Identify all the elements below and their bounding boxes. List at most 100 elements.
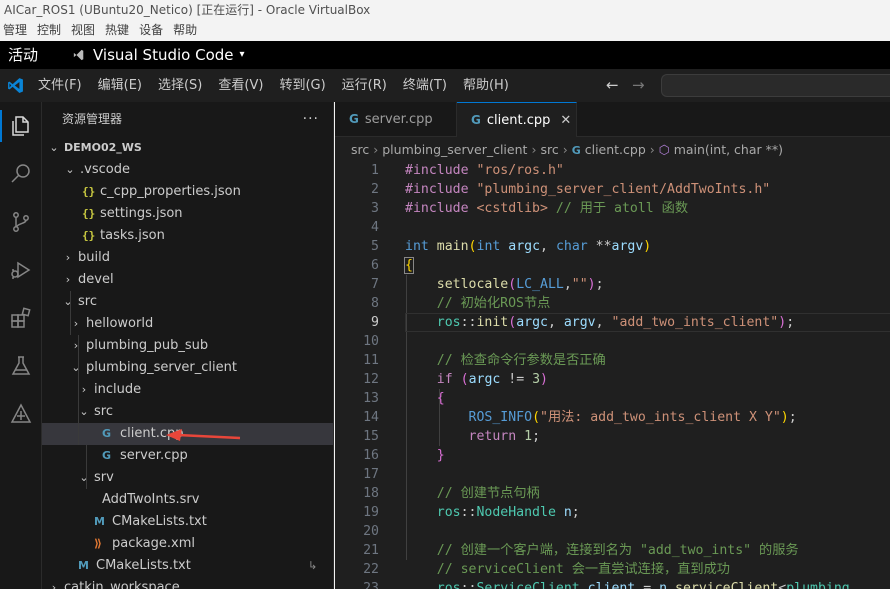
breadcrumb-item[interactable]: src <box>540 142 558 157</box>
tree-item[interactable]: AddTwoInts.srv <box>42 489 333 511</box>
tree-item-label: src <box>94 404 113 419</box>
code-line: 10 <box>363 334 379 349</box>
chevron-down-icon: ⌄ <box>49 141 59 154</box>
code-line: 1 #include "ros/ros.h" <box>371 163 564 178</box>
tree-item-label: helloworld <box>86 316 154 331</box>
tree-item-label: c_cpp_properties.json <box>100 184 241 199</box>
code-line: 15 return 1; <box>363 429 541 444</box>
tab-label: server.cpp <box>364 112 433 127</box>
tree-item[interactable]: M CMakeLists.txt ↳ <box>42 555 333 577</box>
menu-view[interactable]: 查看(V) <box>210 69 271 102</box>
tree-item[interactable]: ⟫ package.xml <box>42 533 333 555</box>
tree-item-label: CMakeLists.txt <box>112 514 207 529</box>
explorer-icon[interactable] <box>5 110 37 142</box>
ubuntu-top-panel: 活动 Visual Studio Code ▾ <box>0 41 890 69</box>
code-line: 22 // serviceClient 会一直尝试连接，直到成功 <box>363 562 730 577</box>
vbox-menu-devices[interactable]: 设备 <box>135 20 167 41</box>
run-debug-icon[interactable] <box>5 254 37 286</box>
vbox-menubar: 管理 控制 视图 热键 设备 帮助 <box>0 20 890 41</box>
code-line: 2 #include "plumbing_server_client/AddTwo… <box>371 182 771 197</box>
code-line: 8 // 初始化ROS节点 <box>371 296 551 311</box>
code-line: 5 int main(int argc, char **argv) <box>371 239 652 254</box>
tree-item[interactable]: {} c_cpp_properties.json <box>42 181 333 203</box>
tree-item[interactable]: Gclient.cpp <box>42 423 333 445</box>
tree-item-label: build <box>78 250 110 265</box>
tree-item[interactable]: {} tasks.json <box>42 225 333 247</box>
tree-item[interactable]: › helloworld <box>42 313 333 335</box>
menu-run[interactable]: 运行(R) <box>334 69 395 102</box>
chevron-down-icon: ⌄ <box>63 295 73 308</box>
vbox-menu-manage[interactable]: 管理 <box>0 20 31 41</box>
tree-item-label: .vscode <box>80 162 130 177</box>
tree-item[interactable]: › catkin_workspace <box>42 577 333 589</box>
menu-terminal[interactable]: 终端(T) <box>395 69 455 102</box>
tree-item[interactable]: › build <box>42 247 333 269</box>
app-menu[interactable]: Visual Studio Code ▾ <box>73 41 245 69</box>
menu-go[interactable]: 转到(G) <box>271 69 333 102</box>
extensions-icon[interactable] <box>5 302 37 334</box>
search-icon[interactable] <box>5 158 37 190</box>
menu-selection[interactable]: 选择(S) <box>150 69 210 102</box>
tree-item[interactable]: {} settings.json <box>42 203 333 225</box>
vbox-menu-view[interactable]: 视图 <box>67 20 99 41</box>
tree-item-label: devel <box>78 272 114 287</box>
code-line: 18 // 创建节点句柄 <box>363 486 540 501</box>
breadcrumb-separator-icon: › <box>373 142 379 157</box>
ros-extension-icon[interactable] <box>5 398 37 430</box>
forward-arrow-icon[interactable]: → <box>632 69 645 102</box>
tree-item[interactable]: ⌄ src <box>42 291 333 313</box>
breadcrumb-file[interactable]: client.cpp <box>585 142 646 157</box>
tree-item-label: server.cpp <box>120 448 188 463</box>
cpp-file-icon: G <box>349 112 359 126</box>
tree-item[interactable]: M CMakeLists.txt <box>42 511 333 533</box>
editor-area: Gserver.cpp Gclient.cpp ✕ src › plumbing_se… <box>335 102 890 589</box>
tree-item[interactable]: ⌄ plumbing_server_client <box>42 357 333 379</box>
tree-item-label: AddTwoInts.srv <box>102 492 200 507</box>
tree-indent-guide <box>86 445 87 489</box>
cpp-file-icon: G <box>102 449 112 462</box>
tree-item[interactable]: › plumbing_pub_sub <box>42 335 333 357</box>
more-actions-icon[interactable]: ··· <box>303 102 319 137</box>
tab-server-cpp[interactable]: Gserver.cpp <box>335 102 457 137</box>
code-line: 17 <box>363 467 379 482</box>
menu-edit[interactable]: 编辑(E) <box>90 69 150 102</box>
command-center-search[interactable] <box>661 74 890 97</box>
close-icon[interactable]: ✕ <box>560 113 571 128</box>
code-line: 7 setlocale(LC_ALL,""); <box>371 277 604 292</box>
tree-indent-guide <box>78 335 79 445</box>
vbox-menu-hotkey[interactable]: 热键 <box>101 20 133 41</box>
chevron-right-icon: › <box>51 581 57 589</box>
code-editor[interactable]: 1 #include "ros/ros.h" 2 #include "plumbin… <box>335 161 890 589</box>
breadcrumb-item[interactable]: src <box>351 142 369 157</box>
back-arrow-icon[interactable]: ← <box>606 69 619 102</box>
tree-item[interactable]: ⌄ src <box>42 401 333 423</box>
code-line: 16 } <box>363 448 445 463</box>
tree-item-label: DEMO02_WS <box>64 141 142 154</box>
activities-button[interactable]: 活动 <box>8 41 38 69</box>
code-line: 6{ <box>371 257 414 274</box>
breadcrumb-item[interactable]: plumbing_server_client <box>382 142 527 157</box>
code-line: 12 if (argc != 3) <box>363 372 548 387</box>
code-line: 19 ros::NodeHandle n; <box>363 505 580 520</box>
vbox-menu-help[interactable]: 帮助 <box>169 20 201 41</box>
menu-help[interactable]: 帮助(H) <box>455 69 517 102</box>
tab-client-cpp[interactable]: Gclient.cpp ✕ <box>457 102 577 137</box>
testing-flask-icon[interactable] <box>5 350 37 382</box>
breadcrumb-symbol[interactable]: main(int, char **) <box>674 142 783 157</box>
code-line: 23 ros::ServiceClient client = n.service… <box>363 581 850 589</box>
chevron-down-icon: ⌄ <box>79 471 89 484</box>
tree-item[interactable]: › include <box>42 379 333 401</box>
tree-item-label: plumbing_server_client <box>86 360 237 375</box>
code-line: 20 <box>363 524 379 539</box>
tree-item[interactable]: ⌄ DEMO02_WS <box>42 137 333 159</box>
vbox-menu-control[interactable]: 控制 <box>33 20 65 41</box>
active-indicator <box>0 110 2 142</box>
menu-file[interactable]: 文件(F) <box>30 69 90 102</box>
tree-item-label: tasks.json <box>100 228 165 243</box>
source-control-icon[interactable] <box>5 206 37 238</box>
tree-item-label: include <box>94 382 142 397</box>
caret-down-icon: ▾ <box>239 49 245 60</box>
tree-item[interactable]: › devel <box>42 269 333 291</box>
editor-tabs: Gserver.cpp Gclient.cpp ✕ <box>335 102 890 137</box>
tree-item[interactable]: ⌄ .vscode <box>42 159 333 181</box>
